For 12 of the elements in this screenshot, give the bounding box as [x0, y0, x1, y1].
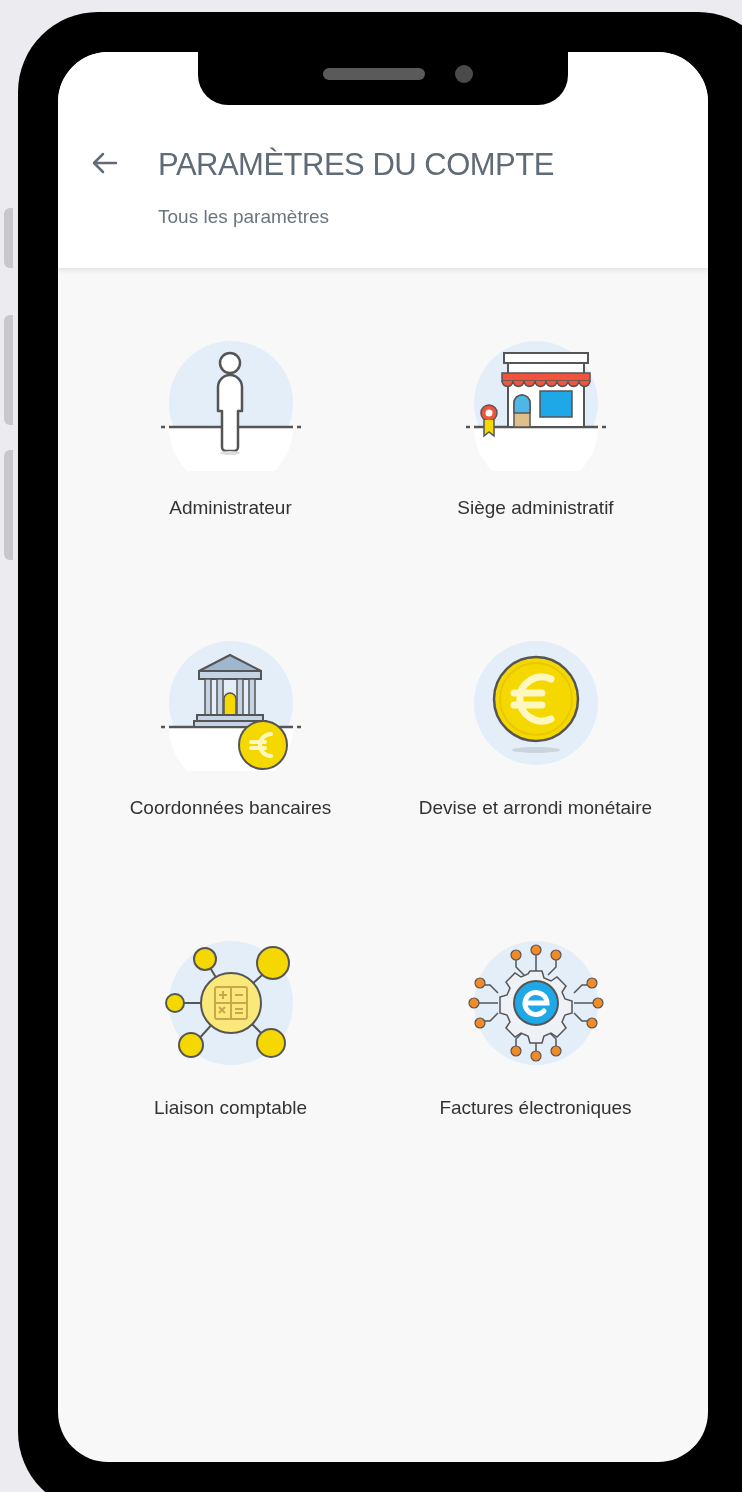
bank-with-coin-icon[interactable] — [160, 641, 301, 771]
back-arrow-icon[interactable] — [92, 152, 118, 174]
setting-label[interactable]: Devise et arrondi monétaire — [415, 791, 656, 824]
setting-label[interactable]: Factures électroniques — [415, 1091, 656, 1124]
setting-label[interactable]: Coordonnées bancaires — [110, 791, 351, 824]
setting-label[interactable]: Administrateur — [110, 491, 351, 524]
page-title: PARAMÈTRES DU COMPTE — [158, 147, 554, 183]
shop-icon[interactable] — [465, 341, 606, 471]
person-icon[interactable] — [160, 341, 301, 471]
setting-label[interactable]: Siège administratif — [415, 491, 656, 524]
page-subtitle: Tous les paramètres — [158, 205, 331, 229]
setting-label[interactable]: Liaison comptable — [110, 1091, 351, 1124]
